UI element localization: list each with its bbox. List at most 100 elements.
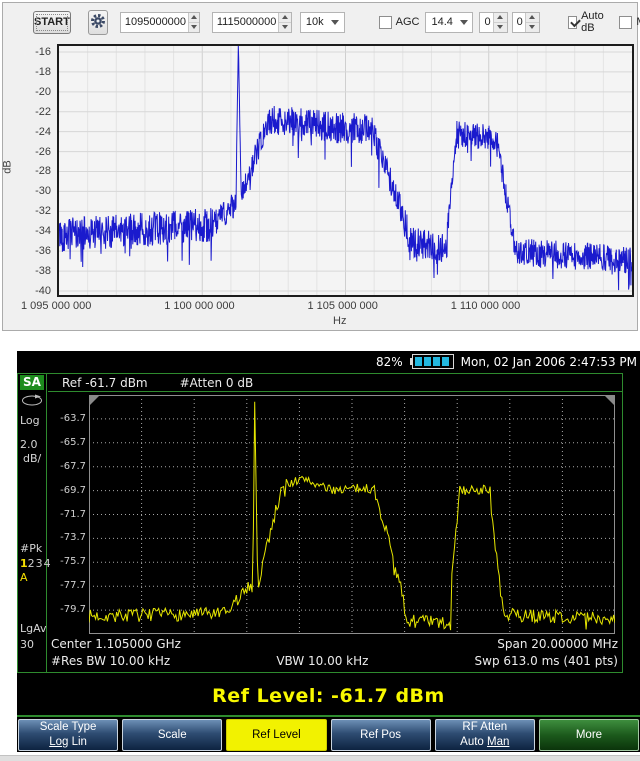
softkey-scale-type[interactable]: Scale Type Log Lin [18, 719, 118, 751]
x-tick-label: 1 110 000 000 [451, 300, 521, 312]
span-readout: Span 20.00000 MHz [497, 637, 618, 651]
y-tick-label: -38 [5, 265, 51, 277]
divider-line [17, 715, 640, 717]
sweep-readout: Swp 613.0 ms (401 pts) [475, 654, 618, 668]
softkey-label: Scale Type [40, 720, 97, 735]
sdr-app-window: START 1095000000 1115000000 10k A [2, 2, 638, 331]
battery-percent: 82% [376, 355, 403, 369]
softkey-label: More [576, 728, 602, 743]
graticule-db-label: -77.7 [48, 580, 86, 591]
annotation-row-1: Center 1.105000 GHz Span 20.00000 MHz [48, 637, 621, 651]
ref-level-banner-text: Ref Level: -61.7 dBm [212, 685, 445, 707]
annotation-row-2: #Res BW 10.00 kHz VBW 10.00 kHz Swp 613.… [48, 654, 621, 668]
start-button[interactable]: START [33, 11, 71, 34]
maximums-checkbox[interactable]: Maximums [619, 16, 640, 29]
offset-a-value: 0 [480, 13, 492, 32]
analyzer-trace-svg [89, 395, 615, 634]
softkey-ref-level[interactable]: Ref Level [226, 719, 326, 751]
chevron-down-icon [460, 20, 468, 25]
y-tick-label: -22 [5, 106, 51, 118]
y-tick-label: -28 [5, 165, 51, 177]
graticule-db-label: -69.7 [48, 485, 86, 496]
softkey-more[interactable]: More [539, 719, 639, 751]
gain-dropdown[interactable]: 14.4 [425, 12, 473, 33]
y-tick-label: -40 [5, 285, 51, 297]
battery-icon [410, 354, 454, 369]
status-bar: 82% Mon, 02 Jan 2006 2:47:53 PM [17, 351, 640, 372]
offset-b-spinner[interactable]: 0 [512, 12, 540, 33]
analyzer-sidebar: SA Log 2.0 dB/ #Pk 1234 A LgAv 30 [18, 374, 47, 672]
graticule-db-label: -73.7 [48, 532, 86, 543]
analyzer-screen: SA Log 2.0 dB/ #Pk 1234 A LgAv 30 Ref -6… [17, 373, 623, 673]
auto-db-label: Auto dB [581, 10, 607, 34]
offset-b-value: 0 [513, 13, 525, 32]
datetime-text: Mon, 02 Jan 2006 2:47:53 PM [461, 355, 637, 369]
softkey-sublabel: Log Lin [49, 735, 87, 750]
fft-size-dropdown[interactable]: 10k [300, 12, 345, 33]
softkey-rf-atten[interactable]: RF Atten Auto Man [435, 719, 535, 751]
sdr-spectrum-plot[interactable] [57, 44, 634, 297]
sdr-trace-svg [59, 46, 632, 295]
mode-badge: SA [20, 375, 44, 390]
scale-type-readout: Log [20, 414, 40, 427]
softkey-label: Scale [158, 728, 187, 743]
y-tick-label: -20 [5, 86, 51, 98]
y-tick-label: -18 [5, 66, 51, 78]
center-freq-readout: Center 1.105000 GHz [51, 637, 181, 651]
auto-db-checkbox[interactable]: Auto dB [568, 10, 608, 34]
x-axis-title: Hz [333, 315, 346, 327]
freq-start-spinner[interactable]: 1095000000 [120, 12, 200, 33]
average-count: 30 [20, 638, 34, 651]
fft-size-value: 10k [306, 16, 324, 28]
y-tick-label: -24 [5, 126, 51, 138]
vbw-readout: VBW 10.00 kHz [276, 654, 368, 668]
softkey-label: Ref Pos [360, 728, 401, 743]
chevron-down-icon [331, 20, 339, 25]
softkey-scale[interactable]: Scale [122, 719, 222, 751]
offset-b-spin-arrows[interactable] [525, 13, 539, 32]
freq-stop-value: 1115000000 [213, 13, 279, 32]
freq-start-spin-arrows[interactable] [188, 13, 199, 32]
softkey-sublabel: Auto Man [460, 735, 509, 750]
trace-letter: A [20, 571, 28, 584]
x-tick-label: 1 095 000 000 [21, 300, 91, 312]
ref-level-row: Ref -61.7 dBm #Atten 0 dB [48, 374, 623, 392]
y-tick-label: -30 [5, 185, 51, 197]
x-tick-label: 1 105 000 000 [308, 300, 378, 312]
agc-checkbox-box[interactable] [379, 16, 392, 29]
graticule-area [89, 395, 615, 634]
peak-readout: #Pk [20, 542, 42, 555]
maximums-checkbox-box[interactable] [619, 16, 632, 29]
y-tick-label: -36 [5, 245, 51, 257]
active-trace-number: 1 [20, 557, 28, 570]
softkey-row: Scale Type Log Lin Scale Ref Level Ref P… [18, 719, 639, 751]
agc-label: AGC [396, 16, 420, 28]
maximums-label: Maximums [636, 16, 640, 28]
offset-a-spinner[interactable]: 0 [479, 12, 507, 33]
y-tick-label: -16 [5, 46, 51, 58]
continuous-sweep-icon [20, 394, 44, 410]
graticule-db-label: -65.7 [48, 437, 86, 448]
settings-button[interactable] [88, 10, 108, 35]
sdr-toolbar: START 1095000000 1115000000 10k A [3, 3, 637, 41]
trace-numbers: 1234 [20, 557, 52, 570]
average-type-readout: LgAv [20, 622, 47, 635]
auto-db-checkbox-box[interactable] [568, 16, 577, 29]
softkey-label: Ref Level [252, 728, 301, 743]
y-tick-label: -32 [5, 205, 51, 217]
y-tick-label: -34 [5, 225, 51, 237]
freq-stop-spinner[interactable]: 1115000000 [212, 12, 292, 33]
agc-checkbox[interactable]: AGC [379, 16, 420, 29]
graticule-db-label: -63.7 [48, 413, 86, 424]
spectrum-analyzer-panel: 82% Mon, 02 Jan 2006 2:47:53 PM SA Log 2… [17, 351, 640, 752]
rbw-readout: #Res BW 10.00 kHz [51, 654, 170, 668]
page-bottom-strip [0, 755, 640, 761]
scale-per-div-unit: dB/ [23, 452, 41, 465]
offset-a-spin-arrows[interactable] [493, 13, 507, 32]
graticule-db-label: -75.7 [48, 556, 86, 567]
freq-stop-spin-arrows[interactable] [278, 13, 290, 32]
softkey-ref-pos[interactable]: Ref Pos [331, 719, 431, 751]
freq-start-value: 1095000000 [121, 13, 188, 32]
gear-icon [89, 12, 107, 33]
x-tick-label: 1 100 000 000 [164, 300, 234, 312]
